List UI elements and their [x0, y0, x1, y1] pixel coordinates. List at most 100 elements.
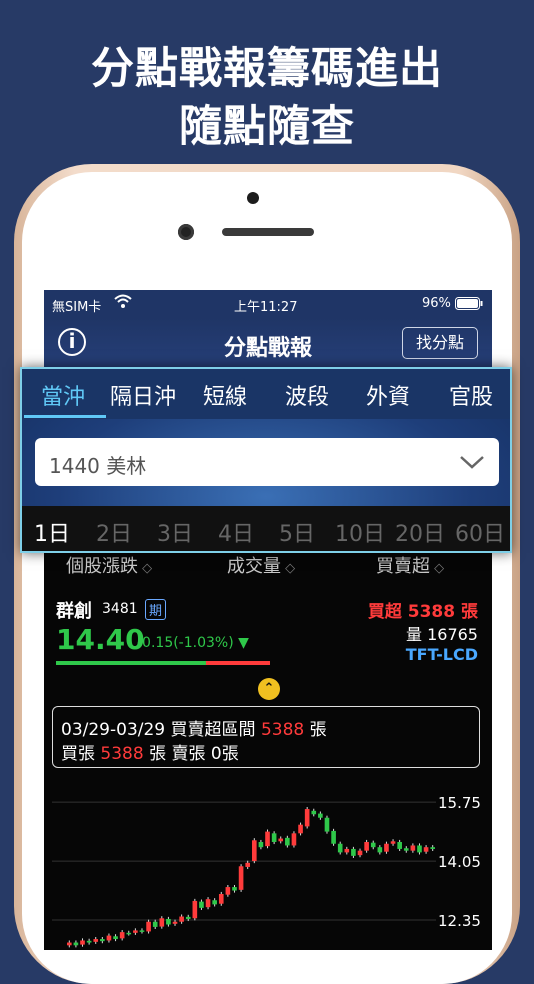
- period-10d[interactable]: 10日: [335, 516, 385, 548]
- candle: [364, 842, 369, 851]
- stock-code: 3481: [102, 601, 138, 617]
- candlestick-chart[interactable]: 15.75 14.05 12.35: [44, 774, 492, 950]
- candle: [86, 940, 92, 943]
- candle: [232, 887, 237, 891]
- period-4d[interactable]: 4日: [218, 516, 254, 548]
- tab-swing[interactable]: 波段: [285, 379, 329, 411]
- tab-foreign[interactable]: 外資: [366, 379, 410, 411]
- summary-box: 03/29-03/29 買賣超區間 5388 張 買張 5388 張 賣張 0張: [52, 706, 480, 768]
- candle: [410, 845, 416, 851]
- candle: [291, 833, 297, 846]
- candle: [271, 833, 277, 842]
- candle: [106, 935, 112, 941]
- y-tick-label: 12.35: [438, 912, 481, 930]
- candle: [133, 930, 138, 933]
- wifi-icon: [114, 294, 132, 314]
- stock-name[interactable]: 群創: [56, 597, 92, 623]
- period-selector: 1日 2日 3日 4日 5日 10日 20日 60日: [22, 506, 510, 551]
- candle: [331, 830, 336, 844]
- strategy-tabs: 當沖 隔日沖 短線 波段 外資 官股: [22, 369, 510, 419]
- candle: [357, 850, 363, 856]
- sector-label[interactable]: TFT-LCD: [406, 645, 478, 664]
- col-header-volume[interactable]: 成交量 ◇: [227, 552, 295, 578]
- col-header-net[interactable]: 買賣超 ◇: [376, 552, 444, 578]
- find-broker-button[interactable]: 找分點: [402, 327, 478, 359]
- candle: [166, 918, 171, 925]
- down-arrow-icon: ▼: [238, 635, 249, 651]
- tab-daytrade[interactable]: 當沖: [41, 379, 85, 411]
- expand-up-icon[interactable]: ⌃: [258, 678, 280, 700]
- candle: [344, 848, 350, 853]
- headline-line2: 隨點隨查: [179, 102, 355, 152]
- y-tick-label: 14.05: [438, 853, 481, 871]
- status-bar: 無SIM卡 上午11:27 96%: [44, 290, 492, 318]
- candle: [80, 940, 85, 945]
- candle: [192, 900, 198, 919]
- candle: [397, 842, 402, 849]
- candle: [238, 866, 244, 890]
- stock-change: -0.15(-1.03%) ▼: [137, 635, 249, 651]
- summary-line2: 買張 5388 張 賣張 0張: [61, 744, 239, 764]
- candle: [139, 930, 145, 932]
- candle: [351, 848, 356, 856]
- candle: [384, 843, 389, 852]
- stock-volume: 量 16765: [406, 625, 478, 644]
- candle: [146, 921, 151, 932]
- candle: [126, 932, 132, 935]
- candle: [318, 813, 323, 818]
- summary-line1: 03/29-03/29 買賣超區間 5388 張: [61, 720, 327, 740]
- front-camera: [178, 224, 194, 240]
- futures-badge: 期: [145, 599, 167, 620]
- candle: [113, 936, 118, 940]
- candle: [430, 847, 436, 849]
- nav-bar: i 分點戰報 找分點: [44, 318, 492, 368]
- candle: [370, 842, 376, 848]
- candle: [159, 918, 165, 927]
- period-1d[interactable]: 1日: [34, 516, 70, 548]
- candle: [285, 837, 290, 846]
- period-60d[interactable]: 60日: [455, 516, 505, 548]
- tab-overnight[interactable]: 隔日沖: [110, 379, 176, 411]
- candle: [324, 817, 330, 832]
- battery-icon: [455, 297, 483, 314]
- candle: [245, 862, 251, 867]
- col-header-change[interactable]: 個股漲跌 ◇: [66, 552, 152, 578]
- candle: [265, 831, 270, 847]
- tab-short-term[interactable]: 短線: [203, 379, 247, 411]
- candle: [205, 899, 211, 908]
- tab-government[interactable]: 官股: [449, 379, 493, 411]
- candle: [179, 916, 184, 922]
- candle: [417, 845, 422, 853]
- broker-select[interactable]: 1440 美林: [35, 438, 499, 486]
- candle: [377, 847, 383, 853]
- candle: [152, 921, 158, 927]
- candle: [423, 847, 429, 852]
- candle: [93, 939, 99, 942]
- candle: [225, 887, 231, 895]
- candle: [403, 848, 409, 851]
- active-tab-indicator: [24, 415, 106, 418]
- candle: [251, 840, 257, 862]
- headline-line1: 分點戰報籌碼進出: [91, 44, 443, 94]
- candle: [304, 809, 310, 827]
- candle: [100, 939, 105, 942]
- carrier-label: 無SIM卡: [52, 300, 102, 315]
- chevron-down-icon: [459, 449, 485, 479]
- candle: [73, 942, 79, 946]
- candle: [199, 901, 204, 908]
- earpiece-speaker: [222, 228, 314, 236]
- candle: [185, 916, 191, 919]
- broker-filter-panel: 當沖 隔日沖 短線 波段 外資 官股 1440 美林 1日 2日 3日 4日 5…: [20, 367, 512, 553]
- candle: [337, 843, 343, 853]
- candle: [311, 810, 317, 815]
- period-20d[interactable]: 20日: [395, 516, 445, 548]
- period-5d[interactable]: 5日: [279, 516, 315, 548]
- net-buy: 買超 5388 張: [367, 602, 478, 622]
- candle: [66, 942, 72, 946]
- period-2d[interactable]: 2日: [96, 516, 132, 548]
- battery-percent: 96%: [422, 296, 451, 311]
- broker-select-value: 1440 美林: [49, 454, 147, 478]
- candle: [218, 894, 224, 904]
- period-3d[interactable]: 3日: [157, 516, 193, 548]
- candle: [258, 842, 264, 848]
